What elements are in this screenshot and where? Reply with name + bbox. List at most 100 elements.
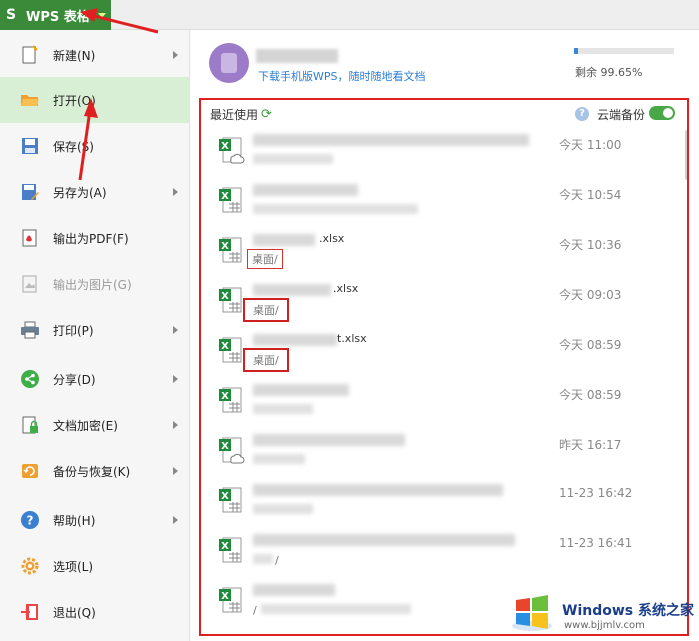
- file-time: 昨天 16:17: [559, 438, 622, 452]
- avatar[interactable]: [209, 43, 249, 83]
- file-name-redacted: [253, 484, 503, 496]
- excel-file-icon: X: [219, 187, 242, 213]
- svg-text:X: X: [221, 591, 229, 602]
- excel-cloud-file-icon: X: [219, 137, 245, 164]
- file-name-redacted: [253, 234, 315, 246]
- username-redacted: [256, 49, 338, 63]
- submenu-arrow-icon: [173, 375, 178, 383]
- excel-file-icon: X: [219, 337, 242, 363]
- download-mobile-link[interactable]: 下载手机版WPS，随时随地看文档: [258, 68, 426, 84]
- list-item[interactable]: X .xlsx 桌面/ 今天 10:36: [201, 228, 687, 278]
- menu-item-options[interactable]: 选项(L): [0, 543, 190, 589]
- svg-text:X: X: [221, 491, 229, 502]
- excel-file-icon: X: [219, 537, 242, 563]
- menu-item-print[interactable]: 打印(P): [0, 307, 190, 353]
- file-name-redacted: [253, 434, 405, 446]
- save-icon: [22, 138, 38, 154]
- watermark-url: www.bjjmlv.com: [564, 620, 645, 631]
- cloud-backup-label: 云端备份: [597, 108, 646, 122]
- menu-item-backup[interactable]: 备份与恢复(K): [0, 448, 190, 494]
- top-strip: [111, 0, 699, 30]
- submenu-arrow-icon: [173, 188, 178, 196]
- cloud-quota-text: 剩余 99.65%: [575, 66, 643, 79]
- help-icon: ?: [21, 511, 39, 529]
- submenu-arrow-icon: [173, 467, 178, 475]
- file-time: 今天 10:36: [559, 238, 622, 252]
- file-name-redacted: [253, 584, 335, 596]
- menu-item-new[interactable]: 新建(N): [0, 32, 190, 78]
- file-time: 11-23 16:41: [559, 536, 633, 550]
- menu-item-save-as[interactable]: 另存为(A): [0, 169, 190, 215]
- file-name-redacted: [253, 184, 358, 196]
- list-item[interactable]: X 今天 11:00: [201, 128, 687, 178]
- file-path-redacted: [261, 604, 411, 614]
- list-item[interactable]: X 昨天 16:17: [201, 428, 687, 478]
- file-time: 今天 09:03: [559, 288, 622, 302]
- open-folder-icon: [21, 95, 39, 106]
- excel-cloud-file-icon: X: [219, 437, 245, 464]
- list-item[interactable]: X / 11-23 16:41: [201, 528, 687, 578]
- file-path: 桌面/: [243, 348, 289, 372]
- list-item[interactable]: X 今天 08:59: [201, 378, 687, 428]
- file-path-redacted: [253, 504, 313, 514]
- image-export-icon: [22, 275, 37, 293]
- file-path-redacted: [253, 154, 333, 164]
- app-title: WPS 表格: [26, 9, 90, 25]
- lock-icon: [22, 416, 38, 434]
- backup-icon: [22, 464, 38, 478]
- wps-file-menu-screen: S WPS 表格 新建(N) 打开(O) 保存(S) 另存为(A) 输出为PDF…: [0, 0, 699, 641]
- menu-item-export-pdf[interactable]: 输出为PDF(F): [0, 215, 190, 261]
- exit-icon: [21, 604, 38, 620]
- app-menu-button[interactable]: S WPS 表格: [0, 0, 111, 30]
- list-item[interactable]: X 今天 10:54: [201, 178, 687, 228]
- menu-item-encrypt[interactable]: 文档加密(E): [0, 402, 190, 448]
- question-icon[interactable]: ?: [575, 107, 589, 121]
- file-name: t.xlsx: [337, 332, 367, 345]
- excel-file-icon: X: [219, 487, 242, 513]
- caret-down-icon: [97, 12, 106, 18]
- list-item[interactable]: X .xlsx 桌面/ 今天 09:03: [201, 278, 687, 328]
- pdf-icon: [22, 229, 37, 247]
- file-time: 11-23 16:42: [559, 486, 633, 500]
- file-path-redacted: [253, 454, 305, 464]
- svg-text:?: ?: [27, 514, 34, 528]
- share-icon: [21, 370, 39, 388]
- list-item[interactable]: X 11-23 16:42: [201, 478, 687, 528]
- file-menu: 新建(N) 打开(O) 保存(S) 另存为(A) 输出为PDF(F) 输出为图片…: [0, 30, 190, 641]
- file-path-redacted: [253, 204, 418, 214]
- save-as-icon: [22, 184, 39, 200]
- menu-item-open[interactable]: 打开(O): [0, 77, 190, 123]
- cloud-quota-bar: [574, 48, 674, 54]
- menu-item-export-image[interactable]: 输出为图片(G): [0, 261, 190, 307]
- file-path: 桌面/: [243, 298, 289, 322]
- excel-file-icon: X: [219, 237, 242, 263]
- recent-header: 最近使用 ⟳: [210, 107, 272, 122]
- print-icon: [21, 321, 39, 339]
- svg-text:X: X: [221, 141, 229, 152]
- file-name-redacted: [253, 384, 349, 396]
- file-name-redacted: [253, 134, 529, 146]
- svg-text:X: X: [221, 241, 229, 252]
- refresh-icon[interactable]: ⟳: [261, 107, 272, 122]
- new-file-icon: [22, 45, 38, 64]
- svg-text:X: X: [221, 191, 229, 202]
- cloud-backup-toggle[interactable]: [649, 106, 675, 120]
- menu-item-exit[interactable]: 退出(Q): [0, 589, 190, 635]
- watermark-title: Windows 系统之家: [562, 603, 694, 619]
- menu-item-help[interactable]: ? 帮助(H): [0, 497, 190, 543]
- recent-files-section: 最近使用 ⟳ ? 云端备份 X 今天 11:00 X 今天 10:54 X .x…: [199, 98, 689, 636]
- menu-item-share[interactable]: 分享(D): [0, 356, 190, 402]
- submenu-arrow-icon: [173, 421, 178, 429]
- file-time: 今天 11:00: [559, 138, 622, 152]
- file-time: 今天 08:59: [559, 388, 622, 402]
- file-time: 今天 08:59: [559, 338, 622, 352]
- list-item[interactable]: X t.xlsx 桌面/ 今天 08:59: [201, 328, 687, 378]
- file-name: .xlsx: [319, 232, 345, 245]
- watermark: Windows 系统之家 www.bjjmlv.com: [510, 590, 699, 641]
- menu-item-save[interactable]: 保存(S): [0, 123, 190, 169]
- file-path: /: [275, 554, 279, 567]
- file-path: 桌面/: [247, 249, 283, 269]
- excel-file-icon: X: [219, 387, 242, 413]
- file-name-redacted: [253, 334, 337, 346]
- submenu-arrow-icon: [173, 51, 178, 59]
